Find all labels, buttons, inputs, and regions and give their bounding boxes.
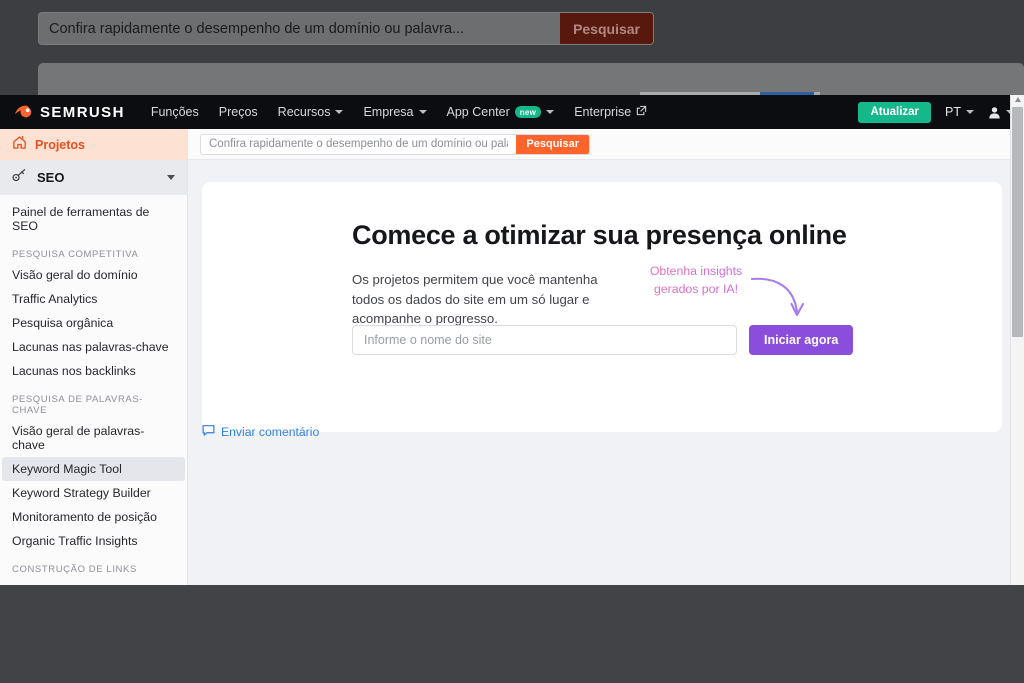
sidebar-item-visao-geral-palavras-chave[interactable]: Visão geral de palavras-chave [0,419,187,457]
ghost-page-surface [38,63,1024,95]
nav-item-recursos-label: Recursos [277,105,331,119]
sidebar-item-lacunas-backlinks[interactable]: Lacunas nos backlinks [0,359,187,383]
search-bar-row: Pesquisar [188,129,1024,160]
search-button[interactable]: Pesquisar [516,134,589,154]
sidebar-item-keyword-magic-tool[interactable]: Keyword Magic Tool [2,457,185,481]
page-title: Comece a otimizar sua presença online [352,220,847,250]
semrush-wordmark: SEMRUSH [40,103,125,121]
home-icon [12,135,27,155]
sidebar-item-projetos-label: Projetos [35,137,86,152]
language-label: PT [945,105,961,119]
nav-item-enterprise-label: Enterprise [574,105,632,119]
sidebar-group-title: PESQUISA COMPETITIVA [12,249,139,260]
sidebar-item-projetos[interactable]: Projetos [0,129,187,160]
nav-item-empresa-label: Empresa [363,105,414,119]
start-now-button[interactable]: Iniciar agora [749,325,854,355]
scroll-up-arrow-icon[interactable] [1014,97,1021,102]
sidebar: Projetos SEO Painel de ferramentas de SE… [0,129,188,585]
nav-item-precos[interactable]: Preços [219,105,258,119]
seo-key-icon [12,168,28,188]
search-box: Pesquisar [200,133,590,155]
semrush-comet-icon [14,103,33,122]
page-description: Os projetos permitem que você mantenha t… [352,272,598,326]
sidebar-item-keyword-strategy-builder[interactable]: Keyword Strategy Builder [0,481,187,505]
curved-arrow-icon [750,270,810,333]
sidebar-item-pesquisa-organica[interactable]: Pesquisa orgânica [0,311,187,335]
new-badge: new [514,106,542,118]
nav-item-recursos[interactable]: Recursos [278,105,344,119]
ghost-search-value: Confira rapidamente o desempenho de um d… [49,20,465,37]
chevron-down-icon [966,110,974,114]
onboarding-card: Comece a otimizar sua presença online Os… [202,182,1002,432]
sidebar-section-seo[interactable]: SEO [0,160,187,195]
chevron-down-icon [335,110,344,114]
ai-insights-note: Obtenha insights gerados por IA! [636,262,756,298]
nav-item-empresa[interactable]: Empresa [363,105,427,119]
nav-item-funcoes[interactable]: Funções [151,105,199,119]
ghost-search-bar: Confira rapidamente o desempenho de um d… [38,12,654,45]
nav-item-app-center[interactable]: App Center new [447,105,555,119]
send-feedback-link[interactable]: Enviar comentário [202,424,319,440]
top-navigation: SEMRUSH Funções Preços Recursos Empresa … [0,95,1024,129]
sidebar-group-title: CONSTRUÇÃO DE LINKS [12,564,137,575]
external-link-icon [636,105,647,119]
sidebar-item-traffic-analytics[interactable]: Traffic Analytics [0,287,187,311]
site-name-input[interactable] [352,325,737,355]
sidebar-section-seo-label: SEO [37,170,65,185]
search-input[interactable] [201,134,517,154]
top-navigation-right: Atualizar PT [858,95,1014,129]
scrollbar-thumb[interactable] [1012,107,1023,337]
screen: Confira rapidamente o desempenho de um d… [0,0,1024,683]
sidebar-item-monitoramento-de-posicao[interactable]: Monitoramento de posição [0,505,187,529]
sidebar-item-seo-dashboard[interactable]: Painel de ferramentas de SEO [0,195,187,238]
vertical-scrollbar[interactable] [1010,95,1024,585]
nav-item-funcoes-label: Funções [150,105,199,119]
comment-bubble-icon [202,424,215,440]
content-area: Pesquisar Comece a otimizar sua presença… [188,129,1024,585]
sidebar-item-visao-geral-do-dominio[interactable]: Visão geral do domínio [0,263,187,287]
sidebar-item-analise-de-backlinks[interactable]: Análise de backlinks [0,578,187,585]
sidebar-group-title: PESQUISA DE PALAVRAS-CHAVE [12,394,144,416]
ghost-search-button: Pesquisar [560,13,653,44]
upgrade-button[interactable]: Atualizar [858,101,932,123]
user-avatar-icon [988,106,1001,119]
app-body: Projetos SEO Painel de ferramentas de SE… [0,129,1024,585]
site-form: Iniciar agora [352,325,854,355]
sidebar-item-lacunas-palavras-chave[interactable]: Lacunas nas palavras-chave [0,335,187,359]
language-selector[interactable]: PT [945,105,974,119]
chevron-down-icon [546,110,555,114]
nav-item-precos-label: Preços [218,105,258,119]
chevron-down-icon [167,175,175,180]
dimmed-backdrop-bottom [0,585,1024,683]
chevron-down-icon [418,110,427,114]
nav-item-enterprise[interactable]: Enterprise [574,105,647,119]
sidebar-item-organic-traffic-insights[interactable]: Organic Traffic Insights [0,529,187,553]
nav-item-app-center-label: App Center [446,105,510,119]
app-window: SEMRUSH Funções Preços Recursos Empresa … [0,95,1024,585]
semrush-logo[interactable]: SEMRUSH [14,103,125,122]
send-feedback-label: Enviar comentário [221,425,320,439]
